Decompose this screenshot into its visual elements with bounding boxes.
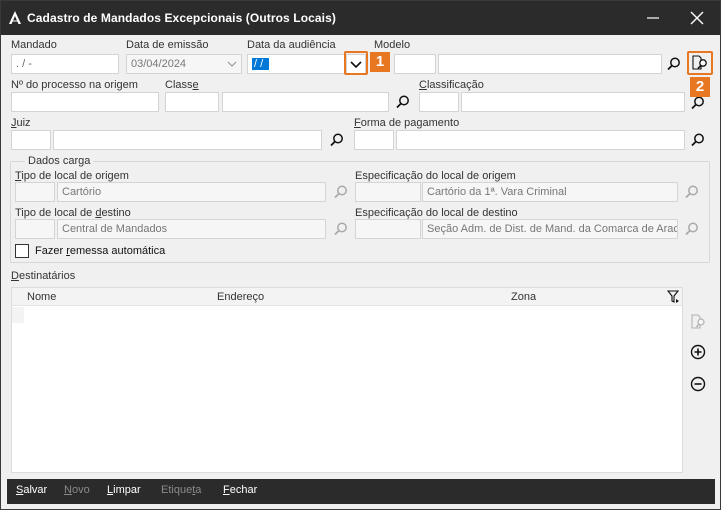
classificacao-input[interactable] xyxy=(461,92,685,112)
search-icon[interactable] xyxy=(666,56,682,72)
tipo-destino-label: Tipo de local de destino xyxy=(15,207,131,219)
juiz-input[interactable] xyxy=(53,130,322,150)
classe-code-input[interactable] xyxy=(165,92,219,112)
mandado-label: Mandado xyxy=(11,39,57,51)
search-icon[interactable] xyxy=(333,221,349,237)
espec-origem-code-input[interactable] xyxy=(355,182,421,202)
document-search-icon[interactable] xyxy=(690,314,706,330)
callout-box-2 xyxy=(687,51,713,75)
search-icon[interactable] xyxy=(333,184,349,200)
remessa-automatica-label: Fazer remessa automática xyxy=(35,245,166,257)
espec-destino-code-input[interactable] xyxy=(355,219,421,239)
juiz-code-input[interactable] xyxy=(11,130,51,150)
fechar-button[interactable]: Fechar xyxy=(223,484,257,496)
minimize-button[interactable] xyxy=(631,1,675,35)
destinatarios-grid[interactable]: Nome Endereço Zona xyxy=(11,287,683,473)
minimize-icon xyxy=(647,17,659,19)
grid-header: Nome Endereço Zona xyxy=(12,288,682,306)
salvar-button[interactable]: Salvar xyxy=(16,484,47,496)
espec-destino-label: Especificação do local de destino xyxy=(355,207,518,219)
forma-pagamento-input[interactable] xyxy=(396,130,685,150)
tipo-destino-input[interactable]: Central de Mandados xyxy=(57,219,326,239)
cadastro-mandados-window: Cadastro de Mandados Excepcionais (Outro… xyxy=(0,0,721,510)
search-icon[interactable] xyxy=(684,221,700,237)
mandado-input[interactable]: . / - xyxy=(11,54,119,74)
tipo-origem-code-input[interactable] xyxy=(15,182,55,202)
processo-origem-input[interactable] xyxy=(11,92,159,112)
app-logo-icon xyxy=(9,11,21,24)
column-header-endereco[interactable]: Endereço xyxy=(217,291,264,303)
column-header-nome[interactable]: Nome xyxy=(27,291,56,303)
footer-toolbar: Salvar Novo Limpar Etiqueta Fechar xyxy=(7,479,715,504)
espec-origem-label: Especificação do local de origem xyxy=(355,170,516,182)
close-button[interactable] xyxy=(675,1,719,35)
juiz-label: Juiz xyxy=(11,117,31,129)
tipo-origem-input[interactable]: Cartório xyxy=(57,182,326,202)
espec-origem-input[interactable]: Cartório da 1ª. Vara Criminal xyxy=(422,182,678,202)
modelo-label: Modelo xyxy=(374,39,411,51)
tipo-origem-label: Tipo de local de origem xyxy=(15,170,129,182)
classe-input[interactable] xyxy=(222,92,389,112)
data-emissao-input[interactable]: 03/04/2024 xyxy=(126,54,242,74)
window-title: Cadastro de Mandados Excepcionais (Outro… xyxy=(27,11,336,25)
data-emissao-label: Data de emissão xyxy=(126,39,209,51)
data-audiencia-label: Data da audiência xyxy=(247,39,336,51)
modelo-input[interactable] xyxy=(438,54,662,74)
data-audiencia-input[interactable]: / / xyxy=(247,54,345,74)
remove-circle-icon[interactable] xyxy=(690,376,706,392)
search-icon[interactable] xyxy=(395,94,411,110)
column-header-zona[interactable]: Zona xyxy=(511,291,536,303)
data-emissao-value: 03/04/2024 xyxy=(131,58,187,70)
row-indicator xyxy=(12,307,24,323)
limpar-button[interactable]: Limpar xyxy=(107,484,141,496)
search-icon[interactable] xyxy=(690,132,706,148)
filter-icon[interactable] xyxy=(667,290,680,304)
close-icon xyxy=(690,11,704,25)
espec-destino-input[interactable]: Seção Adm. de Dist. de Mand. da Comarca … xyxy=(422,219,678,239)
callout-badge-2: 2 xyxy=(690,77,710,97)
tipo-destino-code-input[interactable] xyxy=(15,219,55,239)
processo-origem-label: Nº do processo na origem xyxy=(11,79,138,91)
classe-label: Classe xyxy=(165,79,199,91)
remessa-automatica-checkbox[interactable] xyxy=(15,244,29,258)
novo-button[interactable]: Novo xyxy=(64,484,90,496)
search-icon[interactable] xyxy=(329,132,345,148)
search-icon[interactable] xyxy=(684,184,700,200)
search-icon[interactable] xyxy=(690,95,706,111)
classificacao-code-input[interactable] xyxy=(419,92,459,112)
add-circle-icon[interactable] xyxy=(690,344,706,360)
dados-carga-title: Dados carga xyxy=(25,155,94,167)
data-audiencia-value: / / xyxy=(252,58,270,70)
callout-box-1 xyxy=(344,51,368,75)
modelo-code-input[interactable] xyxy=(394,54,436,74)
title-bar: Cadastro de Mandados Excepcionais (Outro… xyxy=(1,1,720,35)
forma-pagamento-code-input[interactable] xyxy=(354,130,394,150)
etiqueta-button[interactable]: Etiqueta xyxy=(161,484,201,496)
callout-badge-1: 1 xyxy=(370,52,390,72)
classificacao-label: Classificação xyxy=(419,79,484,91)
destinatarios-label: Destinatários xyxy=(11,270,76,282)
chevron-down-icon[interactable] xyxy=(227,60,237,68)
forma-pagamento-label: Forma de pagamento xyxy=(354,117,460,129)
